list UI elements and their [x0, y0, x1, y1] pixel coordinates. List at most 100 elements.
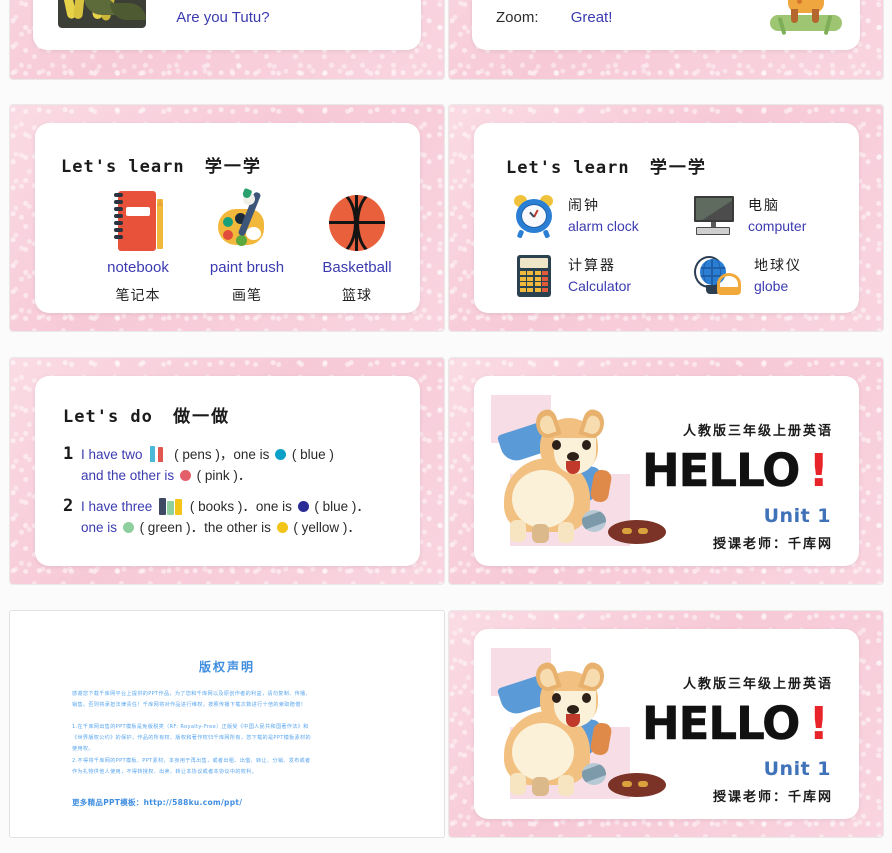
pens-icon	[149, 446, 167, 462]
copyright-title: 版权声明	[198, 660, 255, 674]
palette-icon	[187, 187, 307, 251]
slide-copyright[interactable]: 版权声明 感谢您下载千库网平台上提供的PPT作品，为了您和千库网以及原创作者的利…	[10, 611, 444, 837]
slide-lets-learn-left[interactable]: Let's learn 学一学 notebook 笔记本 paint brush…	[10, 105, 444, 331]
color-dot-blue	[297, 501, 309, 512]
dialogue-row: Zoom: Great!	[496, 9, 612, 26]
copyright-paragraph: 感谢您下载千库网平台上提供的PPT作品，为了您和千库网以及原创作者的利益，请勿复…	[72, 691, 311, 697]
speaker-name: Zoom:	[496, 9, 539, 26]
speaker-line: Great!	[570, 9, 613, 26]
line-blank: ( pens )，one is	[174, 447, 270, 462]
vocab-cn: 计算器	[568, 257, 616, 274]
vocab-item-calculator[interactable]: 计算器 Calculator	[510, 253, 631, 299]
corgi-dog-illustration	[496, 660, 666, 797]
unit-label: Unit 1	[763, 758, 831, 780]
line-blank: ( green )．the other is	[139, 520, 271, 535]
computer-icon	[690, 193, 738, 239]
slide-lets-do[interactable]: Let's do 做一做 1 I have two ( pens )，one i…	[10, 358, 444, 584]
slide-inner-panel: 人教版三年级上册英语 HELLO ! Unit 1 授课老师：千库网	[474, 376, 859, 566]
vocab-item-basketball[interactable]: Basketball 篮球	[297, 189, 417, 305]
globe-icon	[690, 253, 744, 299]
vocab-cn: 地球仪	[754, 257, 802, 274]
vocab-en: notebook	[107, 259, 169, 276]
vocab-en: Basketball	[322, 259, 392, 276]
vocab-cn: 闹钟	[568, 197, 600, 214]
color-dot-green	[122, 522, 134, 533]
slide-inner-panel: Let's do 做一做 1 I have two ( pens )，one i…	[35, 376, 420, 566]
notebook-icon	[78, 189, 198, 251]
slide-heading: Let's do 做一做	[63, 402, 230, 427]
giraffe-illustration	[764, 0, 846, 36]
heading-en: Let's learn	[506, 158, 630, 178]
exercise-item-1[interactable]: 1 I have two ( pens )，one is ( blue ) an…	[63, 444, 413, 486]
corgi-dog-illustration	[496, 407, 666, 544]
vocab-en: alarm clock	[568, 218, 639, 234]
slide-inner-panel: Let's learn 学一学	[474, 123, 859, 313]
copyright-body: 版权声明 感谢您下载千库网平台上提供的PPT作品，为了您和千库网以及原创作者的利…	[10, 611, 444, 837]
copyright-paragraph: 作为礼物供他人使用，不得转授权、出卖、转让本协议或者本协议中的权利。	[72, 769, 258, 775]
item-number: 1	[63, 444, 74, 464]
exercise-line: one is ( green )．the other is ( yellow )…	[81, 517, 413, 538]
slide-hello-cover-2[interactable]: 人教版三年级上册英语 HELLO ! Unit 1 授课老师：千库网	[449, 611, 883, 837]
vocab-item-alarm-clock[interactable]: 闹钟 alarm clock	[510, 193, 639, 239]
vocab-item-globe[interactable]: 地球仪 globe	[690, 253, 802, 299]
vocab-cn: 电脑	[748, 197, 780, 214]
speaker-line: Are you Tutu?	[176, 9, 270, 26]
line-answer: ( yellow )．	[293, 520, 361, 535]
vocab-item-paint-brush[interactable]: paint brush 画笔	[187, 187, 307, 305]
copyright-paragraph: 使用权。	[72, 746, 94, 752]
exclamation-mark: !	[808, 444, 829, 497]
teacher-line: 授课老师：千库网	[712, 790, 833, 805]
line-text: I have two	[81, 447, 143, 462]
line-text: and the other is	[81, 468, 175, 483]
copyright-paragraph: 销售。否则将承担法律责任！千库网将对作品进行维权，按照传播下载次数进行十倍的索取…	[72, 702, 307, 708]
hello-title: HELLO	[642, 697, 801, 750]
books-icon	[159, 498, 183, 515]
slide-heading: Let's learn 学一学	[506, 153, 707, 178]
copyright-link[interactable]: 更多精品PPT模板：http://588ku.com/ppt/	[72, 797, 242, 808]
slide-grid: Zoom: Guess! Zip: Are you Tutu?	[0, 0, 892, 853]
leaves-illustration	[58, 0, 146, 28]
vocab-en: Calculator	[568, 278, 632, 294]
heading-cn: 学一学	[204, 157, 262, 177]
exclamation-mark: !	[808, 697, 829, 750]
exercise-line: I have three ( books )．one is ( blue )．	[81, 496, 413, 517]
copyright-paragraph: 1.在千库网出售的PPT模板是免版税类（RF: Royalty-Free）正版受…	[72, 724, 309, 730]
calculator-icon	[510, 253, 558, 299]
line-blank: ( books )．one is	[189, 499, 292, 514]
slide-heading: Let's learn 学一学	[61, 152, 262, 177]
color-dot-yellow	[276, 522, 288, 533]
subject-line: 人教版三年级上册英语	[682, 424, 833, 439]
vocab-en: computer	[748, 218, 807, 234]
basketball-icon	[297, 189, 417, 251]
line-answer: ( blue )	[291, 447, 334, 462]
exercise-item-2[interactable]: 2 I have three ( books )．one is ( blue )…	[63, 496, 413, 538]
slide-inner-panel: Let's learn 学一学	[35, 123, 420, 313]
item-number: 2	[63, 496, 74, 516]
subject-line: 人教版三年级上册英语	[682, 677, 833, 692]
unit-label: Unit 1	[763, 505, 831, 527]
vocab-item-computer[interactable]: 电脑 computer	[690, 193, 806, 239]
vocab-cn: 笔记本	[115, 288, 161, 304]
exercise-line: I have two ( pens )，one is ( blue )	[81, 444, 413, 465]
vocab-en: paint brush	[209, 259, 285, 276]
line-text: one is	[81, 520, 118, 535]
color-dot-blue	[275, 449, 287, 460]
line-answer: ( blue )．	[314, 499, 370, 514]
slide-hello-cover-1[interactable]: 人教版三年级上册英语 HELLO ! Unit 1 授课老师：千库网	[449, 358, 883, 584]
heading-cn: 学一学	[649, 158, 707, 178]
slide-dialogue-right[interactable]: Zip: Let's play! OK? Zoom: Great!	[449, 0, 883, 79]
hello-title: HELLO	[642, 444, 801, 497]
slide-inner-panel: Zip: Let's play! OK? Zoom: Great!	[472, 0, 860, 50]
alarm-clock-icon	[510, 193, 558, 239]
slide-lets-learn-right[interactable]: Let's learn 学一学 闹钟 alarm clock 电脑 comput…	[449, 105, 883, 331]
heading-en: Let's do	[63, 407, 153, 427]
slide-inner-panel: Zoom: Guess! Zip: Are you Tutu?	[33, 0, 421, 50]
vocab-cn: 篮球	[342, 288, 372, 304]
vocab-item-notebook[interactable]: notebook 笔记本	[78, 189, 198, 305]
heading-en: Let's learn	[61, 157, 185, 177]
exercise-line: and the other is ( pink )．	[81, 465, 413, 486]
slide-dialogue-left[interactable]: Zoom: Guess! Zip: Are you Tutu?	[10, 0, 444, 79]
vocab-cn: 画笔	[232, 288, 262, 304]
heading-cn: 做一做	[173, 407, 231, 427]
color-dot-pink	[179, 470, 191, 481]
